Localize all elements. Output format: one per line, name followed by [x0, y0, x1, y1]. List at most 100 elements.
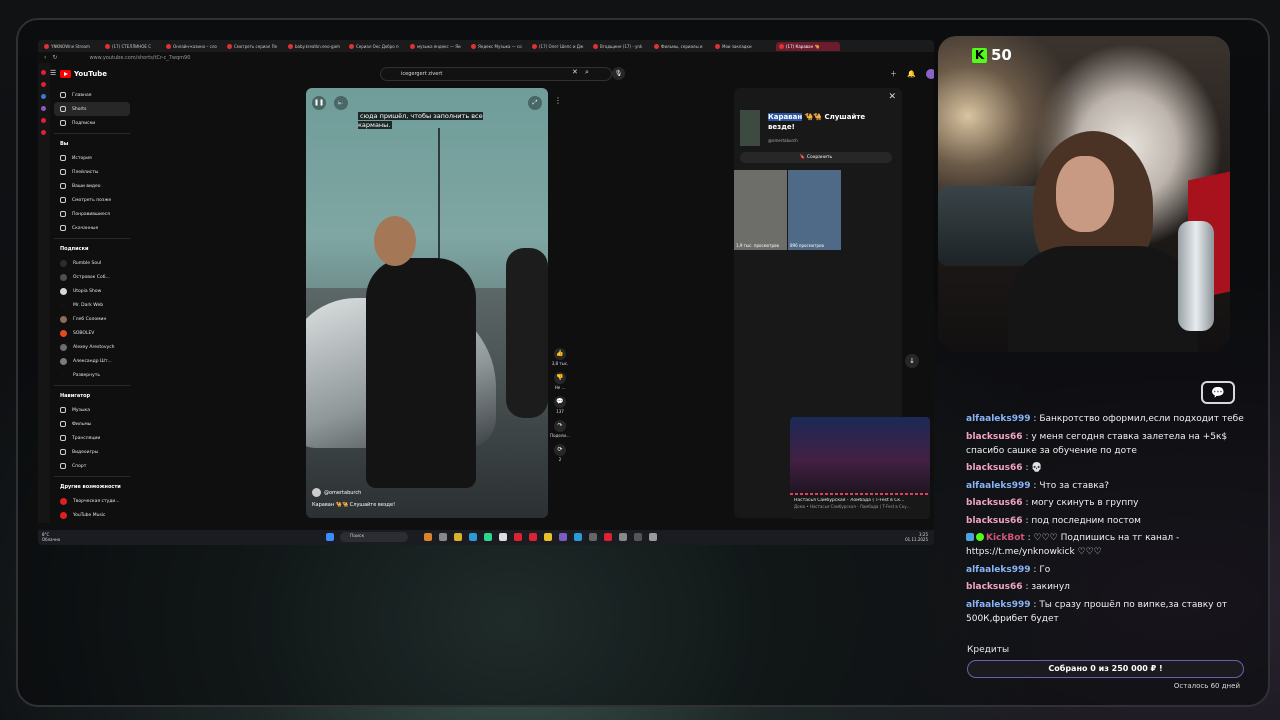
taskbar-search[interactable]: Поиск: [340, 532, 408, 542]
settings-icon[interactable]: [649, 533, 657, 541]
app-icon[interactable]: [484, 533, 492, 541]
sidepanel-icon[interactable]: [41, 106, 46, 111]
sidepanel-icon[interactable]: [41, 130, 46, 135]
shorts-action[interactable]: 💬 137: [548, 396, 572, 414]
related-short-thumbnail[interactable]: 1,9 тыс. просмотров: [734, 170, 787, 250]
sidebar-item[interactable]: Плейлисты: [54, 165, 130, 179]
fullscreen-icon[interactable]: ⤢: [528, 96, 542, 110]
close-icon[interactable]: ✕: [888, 92, 896, 102]
sidebar-item[interactable]: Mr. Dark Web: [54, 298, 130, 312]
sidebar-item[interactable]: Развернуть: [54, 368, 130, 382]
sidebar-item[interactable]: Творческая студи...: [54, 494, 130, 508]
shorts-action[interactable]: 👎 Не ...: [548, 372, 572, 390]
youtube-logo[interactable]: YouTube: [60, 70, 107, 78]
browser-tab[interactable]: (17) СТЕЛЛИНОЕ С: [105, 42, 163, 51]
sidebar-item[interactable]: YouTube Music: [54, 508, 130, 522]
mini-player-title[interactable]: Настасья Самбурская - Ломбада ( T-Fest в…: [794, 498, 926, 503]
search-icon[interactable]: ⌕: [585, 68, 589, 77]
browser-tab[interactable]: baby.kreatkn.eno-gam: [288, 42, 346, 51]
browser-tab[interactable]: музыка яндекс — Яи: [410, 42, 468, 51]
save-button[interactable]: 🔖 Сохранить: [740, 152, 892, 163]
sidebar-item[interactable]: Трансляции: [54, 431, 130, 445]
mini-player-progress[interactable]: [790, 493, 930, 495]
create-icon[interactable]: ＋: [890, 69, 897, 79]
panel-channel[interactable]: @omertaburch: [768, 138, 798, 143]
sidebar-item[interactable]: Музыка: [54, 403, 130, 417]
app-icon[interactable]: [619, 533, 627, 541]
sidebar-item[interactable]: Utopia Show: [54, 284, 130, 298]
chat-username[interactable]: alfaaleks999: [966, 481, 1031, 491]
sidepanel-icon[interactable]: [41, 94, 46, 99]
panel-thumbnail[interactable]: [740, 110, 760, 146]
weather-widget[interactable]: 8°C Облачно: [42, 532, 60, 542]
related-short-thumbnail[interactable]: 896 просмотров: [788, 170, 841, 250]
chat-username[interactable]: blacksus66: [966, 463, 1023, 473]
like-icon[interactable]: 👍: [554, 348, 566, 360]
start-icon[interactable]: [326, 533, 334, 541]
app-icon[interactable]: [439, 533, 447, 541]
telegram-icon[interactable]: [574, 533, 582, 541]
sidebar-item[interactable]: Александр Шт...: [54, 354, 130, 368]
sidebar-item[interactable]: SOBOLEV: [54, 326, 130, 340]
app-icon[interactable]: [589, 533, 597, 541]
pause-icon[interactable]: ❚❚: [312, 96, 326, 110]
chat-username[interactable]: alfaaleks999: [966, 565, 1031, 575]
browser-tab[interactable]: Яндекс Музыка — со: [471, 42, 529, 51]
shorts-action[interactable]: ↷ Подели...: [548, 420, 572, 438]
app-icon[interactable]: [424, 533, 432, 541]
notifications-icon[interactable]: 🔔: [907, 70, 916, 78]
sidebar-section-heading[interactable]: Подписки: [54, 242, 130, 256]
url-text[interactable]: www.youtube.com/shorts/tCr-c_7wqm90: [89, 55, 190, 61]
shorts-player[interactable]: ❚❚ 🔈 ⤢ сюда пришёл, чтобы заполнить все …: [306, 88, 548, 518]
chat-username[interactable]: blacksus66: [966, 582, 1023, 592]
sidebar-item[interactable]: Ваши видео: [54, 179, 130, 193]
sidebar-item[interactable]: Alexey Arestovych: [54, 340, 130, 354]
taskbar-clock[interactable]: 3:25 01.11.2025: [905, 532, 928, 542]
address-bar[interactable]: ‹ ↻ www.youtube.com/shorts/tCr-c_7wqm90: [38, 52, 934, 63]
sidebar-item[interactable]: Глеб Соломин: [54, 312, 130, 326]
sidepanel-icon[interactable]: [41, 82, 46, 87]
chat-username[interactable]: blacksus66: [966, 498, 1023, 508]
app-icon[interactable]: [499, 533, 507, 541]
app-icon[interactable]: [529, 533, 537, 541]
sidebar-section-heading[interactable]: Навигатор: [54, 389, 130, 403]
arrow-down-icon[interactable]: ↓: [905, 354, 919, 368]
sidebar-section-heading[interactable]: Другие возможности: [54, 480, 130, 494]
sidebar-item[interactable]: История: [54, 151, 130, 165]
browser-tab[interactable]: Сериал Окс Добро п: [349, 42, 407, 51]
yandex-icon[interactable]: [514, 533, 522, 541]
sidebar-item[interactable]: Смотреть позже: [54, 193, 130, 207]
chat-username[interactable]: blacksus66: [966, 432, 1023, 442]
browser-tab[interactable]: YNKNOWne Stream: [44, 42, 102, 51]
sidebar-item[interactable]: Shorts: [54, 102, 130, 116]
chat-username[interactable]: blacksus66: [966, 516, 1023, 526]
menu-icon[interactable]: ☰: [50, 69, 56, 77]
app-icon[interactable]: [544, 533, 552, 541]
sidebar-item[interactable]: Спорт: [54, 459, 130, 473]
sidebar-item[interactable]: Видеоигры: [54, 445, 130, 459]
mini-player[interactable]: Настасья Самбурская - Ломбада ( T-Fest в…: [790, 417, 930, 519]
sidebar-item[interactable]: Скачанные: [54, 221, 130, 235]
remix-icon[interactable]: ⟳: [554, 444, 566, 456]
channel-avatar[interactable]: [312, 488, 321, 497]
sidepanel-icon[interactable]: [41, 70, 46, 75]
mini-player-video[interactable]: [790, 417, 930, 495]
browser-tab[interactable]: (17) Караван 🐪: [776, 41, 840, 51]
dislike-icon[interactable]: 👎: [554, 372, 566, 384]
shorts-action[interactable]: 👍 3,8 тыс.: [548, 348, 572, 366]
edge-icon[interactable]: [469, 533, 477, 541]
comments-icon[interactable]: 💬: [554, 396, 566, 408]
more-options-icon[interactable]: ⋮: [554, 96, 562, 105]
folder-icon[interactable]: [454, 533, 462, 541]
sidebar-item[interactable]: Главная: [54, 88, 130, 102]
chat-username[interactable]: alfaaleks999: [966, 600, 1031, 610]
app-icon[interactable]: [559, 533, 567, 541]
chat-username[interactable]: alfaaleks999: [966, 414, 1031, 424]
channel-link[interactable]: @omertaburch: [312, 488, 361, 497]
app-icon[interactable]: [604, 533, 612, 541]
chat-username[interactable]: KickBot: [986, 533, 1025, 543]
app-icon[interactable]: [634, 533, 642, 541]
reload-icon[interactable]: ↻: [52, 54, 57, 61]
volume-icon[interactable]: 🔈: [334, 96, 348, 110]
browser-tab[interactable]: (17) Олег Шепс и Дж: [532, 42, 590, 51]
